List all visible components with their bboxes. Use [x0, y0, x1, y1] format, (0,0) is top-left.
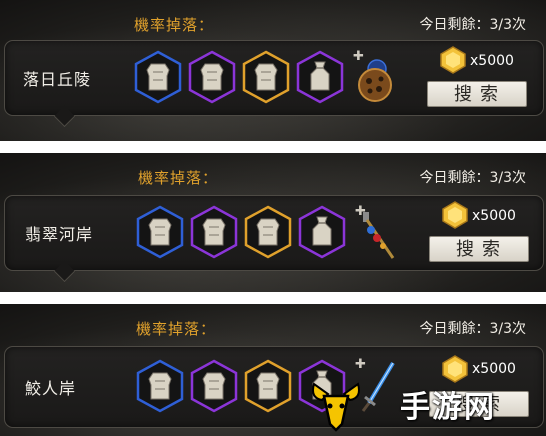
- drop-panel-1: 機率掉落： 今日剩餘：3/3次 落日丘陵 ✚ x5000 搜索: [0, 0, 546, 141]
- drop-slot-blue[interactable]: [135, 359, 185, 413]
- armor-icon: [244, 205, 292, 259]
- drop-panel-2: 機率掉落： 今日剩餘：3/3次 翡翠河岸 ✚ x5000 搜索: [0, 153, 546, 292]
- armor-icon: [242, 50, 290, 104]
- drop-slot-sack[interactable]: [295, 50, 345, 104]
- daily-remaining-text: 今日剩餘：3/3次: [419, 321, 526, 337]
- sack-icon: [296, 50, 344, 104]
- daily-remaining-text: 今日剩餘：3/3次: [419, 17, 526, 33]
- armor-icon: [190, 359, 238, 413]
- daily-remaining-text: 今日剩餘：3/3次: [419, 170, 526, 186]
- armor-icon: [136, 359, 184, 413]
- location-card: 落日丘陵 ✚ x5000 搜索: [4, 40, 544, 128]
- drop-slot-gold[interactable]: [243, 359, 293, 413]
- gear-orb-icon[interactable]: [355, 53, 397, 107]
- watermark: 手游网: [300, 372, 546, 436]
- drop-slot-gold[interactable]: [243, 205, 293, 259]
- gem-icon: [439, 46, 467, 74]
- drop-slot-purple[interactable]: [189, 205, 239, 259]
- search-button[interactable]: 搜索: [427, 81, 527, 107]
- drop-rate-label: 機率掉落：: [134, 16, 215, 34]
- location-card: 翡翠河岸 ✚ x5000 搜索: [4, 195, 544, 283]
- armor-icon: [134, 50, 182, 104]
- search-button[interactable]: 搜索: [429, 236, 529, 262]
- drop-slot-purple[interactable]: [189, 359, 239, 413]
- drop-slot-purple[interactable]: [187, 50, 237, 104]
- watermark-text: 手游网: [400, 390, 496, 425]
- gem-count: x5000: [470, 53, 514, 69]
- location-name: 鮫人岸: [25, 379, 77, 398]
- location-name: 翡翠河岸: [25, 225, 94, 244]
- location-name: 落日丘陵: [23, 70, 92, 89]
- armor-icon: [244, 359, 292, 413]
- gem-icon: [441, 201, 469, 229]
- drop-slot-gold[interactable]: [241, 50, 291, 104]
- sack-icon: [298, 205, 346, 259]
- drop-rate-label: 機率掉落：: [138, 169, 219, 187]
- armor-icon: [190, 205, 238, 259]
- drop-slot-sack[interactable]: [297, 205, 347, 259]
- drop-rate-label: 機率掉落：: [136, 320, 217, 338]
- armor-icon: [188, 50, 236, 104]
- armor-icon: [136, 205, 184, 259]
- gem-count: x5000: [472, 208, 516, 224]
- jeweled-scepter-icon[interactable]: [357, 208, 399, 262]
- goat-logo-icon: [312, 382, 360, 432]
- drop-slot-blue[interactable]: [135, 205, 185, 259]
- drop-slot-blue[interactable]: [133, 50, 183, 104]
